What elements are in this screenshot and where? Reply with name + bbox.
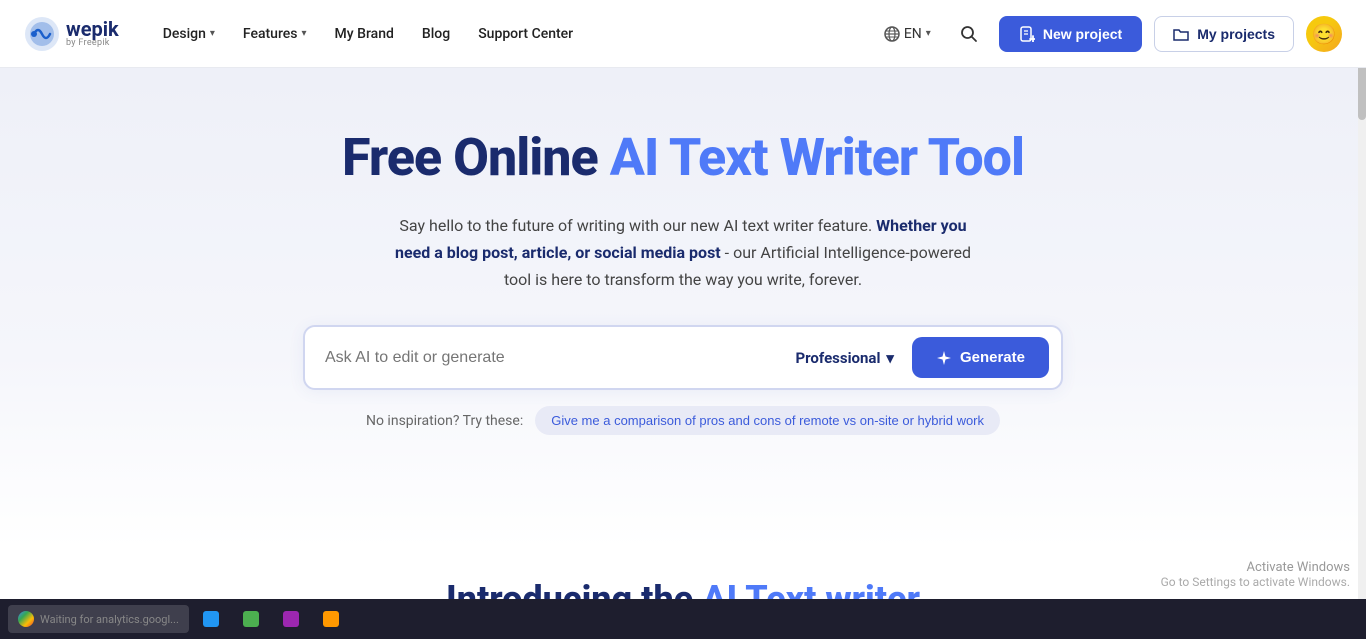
ai-text-input[interactable] <box>325 349 785 367</box>
document-icon <box>1019 26 1035 42</box>
taskbar-item-1[interactable] <box>193 605 229 633</box>
generate-button[interactable]: Generate <box>912 337 1049 378</box>
tone-selector[interactable]: Professional ▾ <box>785 343 903 373</box>
nav-mybrand[interactable]: My Brand <box>323 18 406 50</box>
hero-section: Free Online AI Text Writer Tool Say hell… <box>0 68 1366 548</box>
nav-right: EN ▾ New project My projects <box>876 16 1342 52</box>
hero-subtitle: Say hello to the future of writing with … <box>383 212 983 294</box>
new-project-button[interactable]: New project <box>999 16 1142 52</box>
browser-icon <box>18 611 34 627</box>
suggestion-area: No inspiration? Try these: Give me a com… <box>20 406 1346 435</box>
nav-support[interactable]: Support Center <box>466 18 585 50</box>
suggestion-chip-0[interactable]: Give me a comparison of pros and cons of… <box>535 406 1000 435</box>
navbar: wepik by Freepik Design ▾ Features ▾ My … <box>0 0 1366 68</box>
chevron-down-icon: ▾ <box>210 28 215 39</box>
taskbar-item-4[interactable] <box>313 605 349 633</box>
language-selector[interactable]: EN ▾ <box>876 20 939 48</box>
globe-icon <box>884 26 900 42</box>
ai-input-box: Professional ▾ Generate <box>303 325 1063 390</box>
scrollbar-track[interactable] <box>1358 0 1366 639</box>
taskbar-item-2[interactable] <box>233 605 269 633</box>
hero-title: Free Online AI Text Writer Tool <box>20 128 1346 188</box>
logo[interactable]: wepik by Freepik <box>24 16 119 52</box>
nav-blog[interactable]: Blog <box>410 18 462 50</box>
avatar[interactable]: 😊 <box>1306 16 1342 52</box>
taskbar-browser-item[interactable]: Waiting for analytics.googl... <box>8 605 189 633</box>
lang-chevron-icon: ▾ <box>926 28 931 39</box>
logo-wepik-label: wepik <box>66 19 119 39</box>
search-icon <box>960 25 978 43</box>
taskbar-icon-green <box>243 611 259 627</box>
taskbar-icon-orange <box>323 611 339 627</box>
chevron-down-icon: ▾ <box>302 28 307 39</box>
chevron-down-icon: ▾ <box>886 349 894 367</box>
my-projects-button[interactable]: My projects <box>1154 16 1294 52</box>
nav-links: Design ▾ Features ▾ My Brand Blog Suppor… <box>151 18 876 50</box>
suggestion-label: No inspiration? Try these: <box>366 413 523 429</box>
taskbar-item-3[interactable] <box>273 605 309 633</box>
nav-features[interactable]: Features ▾ <box>231 18 319 50</box>
taskbar-icon-blue <box>203 611 219 627</box>
logo-icon <box>24 16 60 52</box>
search-button[interactable] <box>951 16 987 52</box>
sparkle-icon <box>936 350 952 366</box>
taskbar-icon-purple <box>283 611 299 627</box>
nav-design[interactable]: Design ▾ <box>151 18 227 50</box>
logo-text: wepik by Freepik <box>66 19 119 48</box>
folder-icon <box>1173 26 1189 42</box>
logo-byfreepik-label: by Freepik <box>66 39 119 48</box>
taskbar: Waiting for analytics.googl... <box>0 599 1366 639</box>
